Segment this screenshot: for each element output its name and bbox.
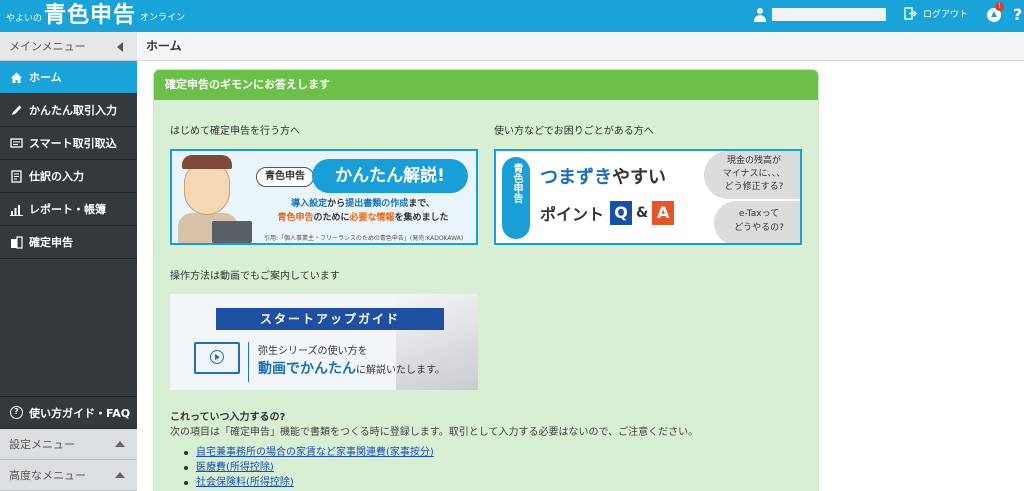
household-expense-link[interactable]: 自宅兼事務所の場合の家賃など家事関連費(家事按分) [196, 447, 434, 458]
advanced-menu-toggle[interactable]: 高度なメニュー [0, 460, 137, 491]
logo-suffix: オンライン [140, 13, 186, 23]
app-logo[interactable]: やよいの 青色申告 オンライン [6, 3, 185, 29]
easy-guide-banner[interactable]: 青色申告 かんたん解説! 導入設定から提出書類の作成まで、 青色申告のために必要… [170, 149, 478, 245]
advanced-menu-label: 高度なメニュー [9, 469, 86, 482]
settings-menu-label: 設定メニュー [9, 438, 75, 451]
subtext-part: 必要な情報 [349, 213, 395, 223]
list-item: 社会保険料(所得控除) [184, 475, 434, 490]
blue-return-tag: 青色申告 [502, 157, 530, 239]
question-bubble-etax: e-Taxって どうやるの? [714, 201, 800, 243]
report-icon [10, 204, 23, 216]
settings-menu-toggle[interactable]: 設定メニュー [0, 429, 137, 460]
sidebar-item-smart-import[interactable]: スマート取引取込 [0, 127, 137, 160]
collapse-arrow-icon[interactable] [117, 42, 123, 52]
easy-guide-subtext: 導入設定から提出書類の作成まで、 青色申告のために必要な情報を集めました [264, 197, 462, 225]
logo-main: 青色申告 [44, 3, 137, 28]
play-icon [210, 350, 224, 364]
logout-icon [904, 7, 917, 20]
points-label: ポイント [540, 205, 605, 224]
sidebar-item-label: かんたん取引入力 [29, 104, 117, 117]
list-item: 自宅兼事務所の場合の家賃など家事関連費(家事按分) [184, 445, 434, 460]
social-insurance-link[interactable]: 社会保険料(所得控除) [196, 477, 294, 488]
sidebar-item-reports[interactable]: レポート・帳簿 [0, 193, 137, 226]
sidebar-item-home[interactable]: ホーム [0, 61, 137, 94]
blue-return-pill: 青色申告 [256, 167, 314, 187]
subtext-part: のために [313, 213, 350, 223]
sidebar-item-label: ホーム [29, 71, 62, 84]
line2-rest: に解説いたします。 [356, 365, 445, 376]
subtext-part: 提出書類の作成 [345, 199, 409, 209]
sidebar-item-label: 確定申告 [29, 236, 73, 249]
sidebar-item-label: 使い方ガイド・FAQ [29, 406, 131, 420]
qa-headline: つまずきやすい [540, 163, 666, 189]
medical-expense-link[interactable]: 医療費(所得控除) [196, 462, 274, 473]
character-hat [182, 155, 232, 169]
list-item: 医療費(所得控除) [184, 460, 434, 475]
ampersand: & [636, 205, 649, 221]
tax-return-icon [11, 235, 23, 249]
logout-label: ログアウト [923, 10, 969, 20]
sidebar: メインメニュー ホーム かんたん取引入力 スマート取引取込 仕訳の入力 レポート… [0, 32, 137, 491]
qa-subheadline: ポイント Q & A [540, 201, 675, 225]
sidebar-item-guide-faq[interactable]: ? 使い方ガイド・FAQ [0, 396, 137, 429]
a-badge: A [652, 201, 675, 225]
expand-up-icon [115, 441, 125, 447]
video-label: 操作方法は動画でもご案内しています [170, 271, 340, 282]
sidebar-item-journal[interactable]: 仕訳の入力 [0, 160, 137, 193]
import-icon [10, 137, 23, 148]
sidebar-header[interactable]: メインメニュー [0, 32, 137, 61]
sidebar-bottom: ? 使い方ガイド・FAQ 設定メニュー 高度なメニュー [0, 396, 137, 491]
headline-part: やすい [612, 167, 666, 188]
sidebar-item-label: レポート・帳簿 [29, 203, 106, 216]
trouble-label: 使い方などでお困りごとがある方へ [494, 126, 654, 137]
question-circle-icon: ? [10, 406, 23, 419]
pencil-icon [12, 105, 22, 115]
top-bar: やよいの 青色申告 オンライン ログアウト ! ? [0, 0, 1024, 32]
page-title: ホーム [137, 32, 1024, 61]
sidebar-item-easy-entry[interactable]: かんたん取引入力 [0, 94, 137, 127]
expand-up-icon [115, 472, 125, 478]
startup-guide-title: スタートアップガイド [216, 308, 444, 330]
home-icon [11, 72, 22, 83]
subtext-part: 青色申告 [277, 213, 314, 223]
when-to-enter-heading: これっていつ入力するの? [170, 412, 286, 423]
panel-title: 確定申告のギモンにお答えします [154, 70, 818, 100]
first-time-label: はじめて確定申告を行う方へ [170, 126, 300, 137]
video-icon [194, 342, 240, 374]
sidebar-item-label: スマート取引取込 [29, 137, 117, 150]
help-button[interactable]: ? [1013, 5, 1022, 24]
headline-part: つまずき [540, 167, 612, 188]
tag-label: 青色申告 [511, 163, 522, 203]
easy-guide-headline: かんたん解説! [312, 159, 468, 193]
startup-guide-banner[interactable]: スタートアップガイド 弥生シリーズの使い方を 動画でかんたんに解説いたします。 [170, 294, 478, 390]
notification-badge: ! [995, 2, 1004, 11]
faq-panel: 確定申告のギモンにお答えします はじめて確定申告を行う方へ 使い方などでお困りご… [153, 69, 819, 491]
logo-prefix: やよいの [6, 14, 43, 24]
book-citation: 引用:「個人事業主・フリーランスのための青色申告」(発売:KADOKAWA) [264, 235, 464, 242]
when-to-enter-description: 次の項目は「確定申告」機能で書類をつくる時に登録します。取引として入力する必要は… [170, 427, 699, 438]
subtext-part: から [327, 199, 346, 209]
item-link-list: 自宅兼事務所の場合の家賃など家事関連費(家事按分) 医療費(所得控除) 社会保険… [184, 445, 434, 490]
subtext-part: を集めました [394, 213, 449, 223]
q-badge: Q [610, 201, 633, 225]
sidebar-title: メインメニュー [9, 40, 86, 53]
user-icon [754, 8, 766, 22]
startup-guide-line1: 弥生シリーズの使い方を [258, 346, 368, 357]
question-bubble-cash: 現金の残高が マイナスに、、、 どう修正する? [704, 151, 800, 199]
logout-button[interactable]: ログアウト [904, 7, 968, 20]
line2-highlight: 動画でかんたん [258, 361, 356, 377]
sidebar-item-label: 仕訳の入力 [29, 170, 84, 183]
laptop-icon [212, 221, 252, 243]
subtext-part: 導入設定 [291, 199, 328, 209]
journal-icon [11, 169, 22, 183]
sidebar-item-tax-return[interactable]: 確定申告 [0, 226, 137, 259]
user-name-field [772, 8, 886, 21]
qa-points-banner[interactable]: 青色申告 つまずきやすい ポイント Q & A 現金の残高が マイナスに、、、 … [494, 149, 802, 245]
divider [248, 342, 249, 382]
subtext-part: まで、 [408, 199, 435, 209]
startup-guide-line2: 動画でかんたんに解説いたします。 [258, 358, 445, 378]
character-face [184, 163, 230, 215]
